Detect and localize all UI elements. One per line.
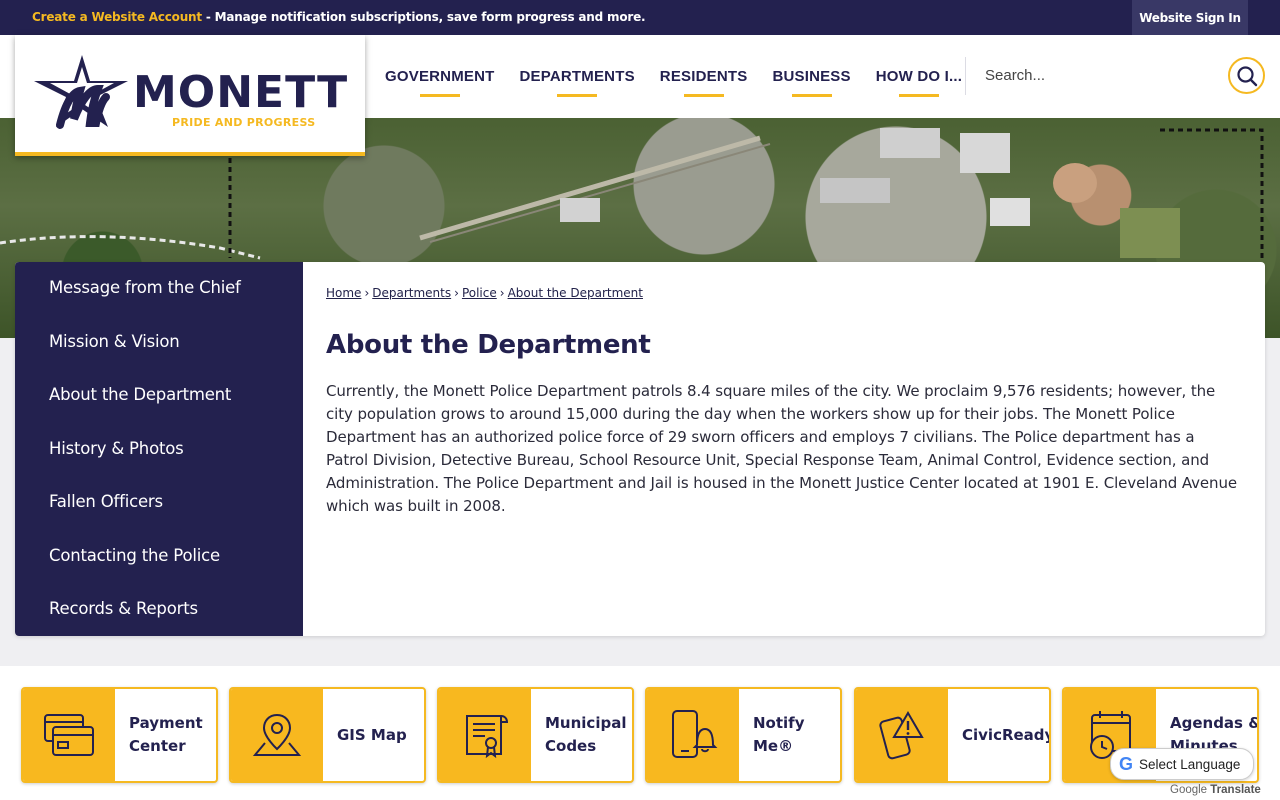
google-brand-text: Google	[1170, 784, 1208, 796]
create-account-link[interactable]: Create a Website Account	[32, 10, 202, 24]
breadcrumb-home[interactable]: Home	[326, 286, 361, 300]
nav-label: RESIDENTS	[659, 68, 748, 85]
notification-text: - Manage notification subscriptions, sav…	[201, 10, 646, 24]
quicklink-label: GIS Map	[337, 725, 407, 744]
search-input[interactable]	[985, 62, 1215, 88]
page-body-text: Currently, the Monett Police Department …	[326, 382, 1237, 515]
breadcrumb-about[interactable]: About the Department	[508, 286, 643, 300]
quick-links-bar: Payment Center GIS Map Municipal Codes N…	[0, 666, 1280, 800]
site-logo[interactable]: MONETT PRIDE AND PROGRESS	[15, 35, 365, 156]
breadcrumb: Home › Departments › Police › About the Depart…	[326, 286, 643, 300]
quicklink-label: Payment Center	[129, 714, 203, 755]
nav-label: BUSINESS	[772, 68, 851, 85]
quicklink-gis-map[interactable]: GIS Map	[229, 687, 426, 783]
breadcrumb-departments[interactable]: Departments	[372, 286, 451, 300]
breadcrumb-separator: ›	[454, 286, 459, 300]
logo-tagline: PRIDE AND PROGRESS	[172, 116, 316, 129]
page-title: About the Department	[326, 330, 651, 360]
nav-residents[interactable]: RESIDENTS	[659, 68, 748, 97]
phone-alert-icon	[856, 689, 948, 781]
sidebar-item-fallen-officers[interactable]: Fallen Officers	[49, 492, 163, 511]
google-g-icon: G	[1119, 753, 1134, 774]
breadcrumb-separator: ›	[499, 286, 505, 300]
sidebar-item-mission-vision[interactable]: Mission & Vision	[49, 332, 180, 351]
notification-message: Create a Website Account - Manage notifi…	[32, 10, 646, 24]
nav-how-do-i[interactable]: HOW DO I...	[875, 68, 963, 97]
nav-underline	[557, 94, 598, 97]
sidebar-item-records-reports[interactable]: Records & Reports	[49, 599, 198, 618]
nav-underline	[898, 94, 939, 97]
sidebar-item-about-department[interactable]: About the Department	[49, 385, 231, 404]
logo-wordmark: MONETT	[133, 67, 349, 118]
select-language-label: Select Language	[1139, 756, 1241, 772]
star-m-logo-icon	[34, 55, 128, 129]
nav-divider	[965, 57, 966, 95]
nav-label: GOVERNMENT	[385, 68, 495, 85]
select-language-dropdown[interactable]: G Select Language	[1110, 748, 1254, 780]
search-icon	[1236, 65, 1257, 86]
breadcrumb-police[interactable]: Police	[462, 286, 497, 300]
scroll-certificate-icon	[439, 689, 531, 781]
quicklink-label: Notify Me®	[753, 714, 805, 755]
nav-business[interactable]: BUSINESS	[772, 68, 851, 97]
translate-brand-text: Translate	[1210, 784, 1261, 796]
top-notification-bar: Create a Website Account - Manage notifi…	[0, 0, 1280, 35]
nav-label: HOW DO I...	[875, 68, 963, 85]
quicklink-municipal-codes[interactable]: Municipal Codes	[437, 687, 634, 783]
breadcrumb-separator: ›	[364, 286, 370, 300]
nav-underline	[419, 94, 460, 97]
quicklink-notify-me[interactable]: Notify Me®	[645, 687, 842, 783]
sidebar-item-history-photos[interactable]: History & Photos	[49, 439, 184, 458]
nav-underline	[683, 94, 724, 97]
nav-label: DEPARTMENTS	[519, 68, 635, 85]
main-nav: GOVERNMENT DEPARTMENTS RESIDENTS BUSINES…	[385, 35, 987, 118]
quicklink-label: CivicReady®	[962, 725, 1049, 744]
sidebar-item-message-from-chief[interactable]: Message from the Chief	[49, 278, 241, 297]
credit-card-icon	[23, 689, 115, 781]
google-translate-branding: Google Translate	[1170, 784, 1261, 796]
nav-departments[interactable]: DEPARTMENTS	[519, 68, 635, 97]
map-pin-icon	[231, 689, 323, 781]
search-button[interactable]	[1228, 57, 1265, 94]
nav-government[interactable]: GOVERNMENT	[385, 68, 495, 97]
website-sign-in-button[interactable]: Website Sign In	[1132, 0, 1248, 35]
sidebar-nav: Message from the Chief Mission & Vision …	[15, 262, 303, 636]
phone-bell-icon	[647, 689, 739, 781]
content-card: Message from the Chief Mission & Vision …	[15, 262, 1265, 636]
nav-underline	[791, 94, 832, 97]
quicklink-civicready[interactable]: CivicReady®	[854, 687, 1051, 783]
quicklink-payment-center[interactable]: Payment Center	[21, 687, 218, 783]
quicklink-label: Municipal Codes	[545, 714, 627, 755]
sidebar-item-contacting-police[interactable]: Contacting the Police	[49, 546, 220, 565]
